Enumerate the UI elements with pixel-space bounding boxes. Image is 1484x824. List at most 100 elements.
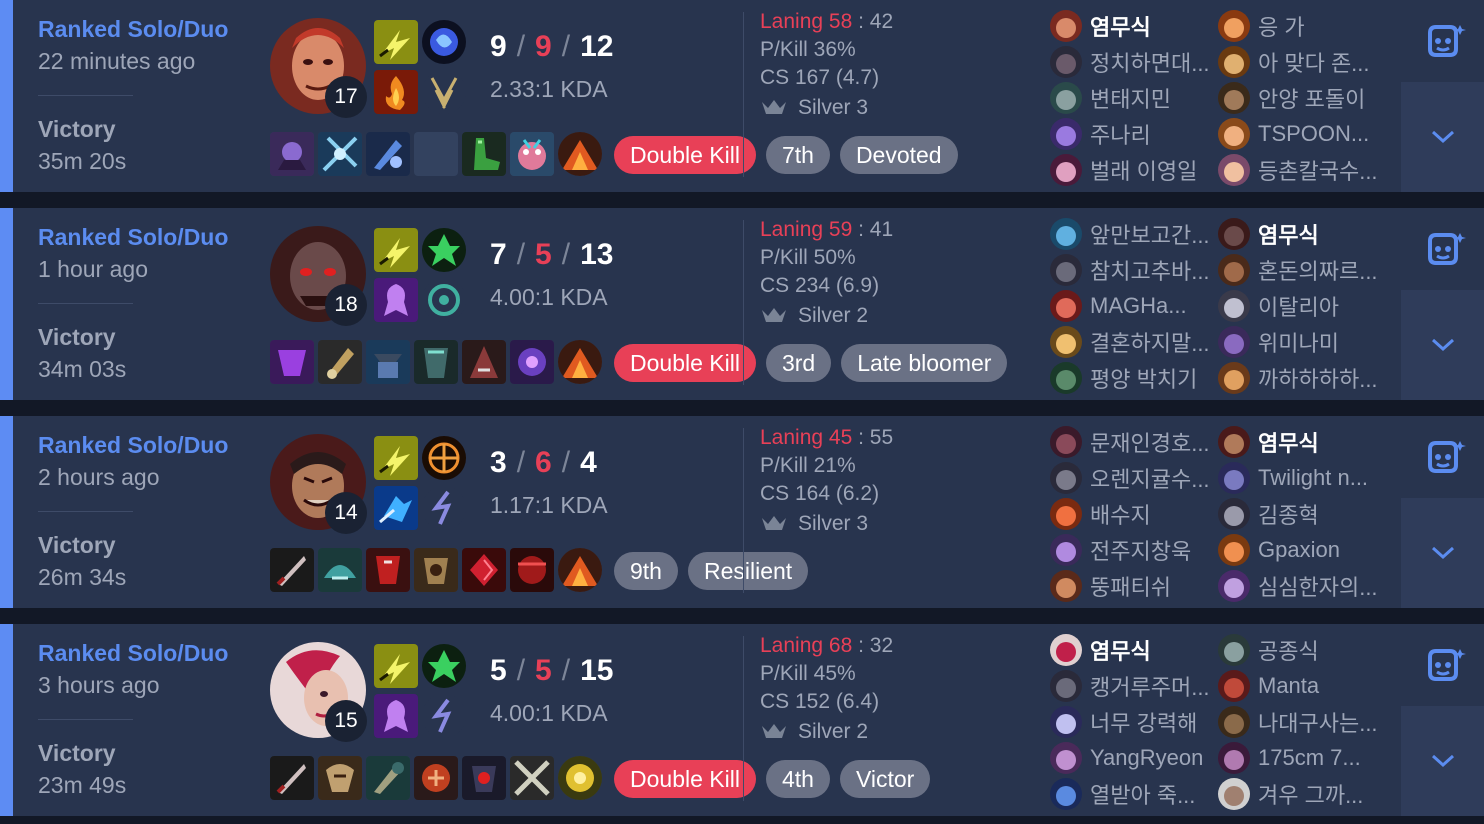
player-row[interactable]: 안양 포돌이	[1218, 80, 1388, 116]
kill-participation: P/Kill 50%	[760, 246, 856, 269]
player-row[interactable]: 변태지민	[1050, 80, 1220, 116]
item-slot[interactable]	[414, 548, 458, 592]
player-row[interactable]: 심심한자의...	[1218, 568, 1388, 604]
trinket-icon[interactable]	[558, 756, 602, 800]
match-card[interactable]: Ranked Solo/Duo 2 hours ago Victory 26m …	[0, 416, 1484, 608]
player-row[interactable]: 평양 박치기	[1050, 360, 1220, 396]
item-slot[interactable]	[462, 548, 506, 592]
player-row[interactable]: 배수지	[1050, 496, 1220, 532]
warding-totem-icon[interactable]	[558, 548, 602, 592]
player-row[interactable]: 겨우 그까...	[1218, 776, 1388, 812]
player-row[interactable]: 혼돈의짜르...	[1218, 252, 1388, 288]
ghost-spell-icon[interactable]	[374, 486, 418, 530]
match-card[interactable]: Ranked Solo/Duo 22 minutes ago Victory 3…	[0, 0, 1484, 192]
expand-button[interactable]	[1401, 498, 1484, 608]
match-result: Victory	[38, 532, 116, 558]
item-slot[interactable]	[366, 132, 410, 176]
player-row[interactable]: 문재인경호...	[1050, 424, 1220, 460]
player-row[interactable]: 김종혁	[1218, 496, 1388, 532]
item-slot[interactable]	[318, 132, 362, 176]
item-slot[interactable]	[414, 340, 458, 384]
player-row[interactable]: 염무식	[1050, 632, 1220, 668]
player-row[interactable]: 등촌칼국수...	[1218, 152, 1388, 188]
item-slot[interactable]	[510, 548, 554, 592]
item-slot[interactable]	[270, 548, 314, 592]
ai-analysis-button[interactable]	[1401, 416, 1484, 498]
player-row[interactable]: 까하하하하...	[1218, 360, 1388, 396]
item-slot[interactable]	[414, 756, 458, 800]
sorcery-rune-icon[interactable]	[422, 486, 466, 530]
player-row[interactable]: 아 맞다 존...	[1218, 44, 1388, 80]
player-row[interactable]: Gpaxion	[1218, 532, 1388, 568]
flash-spell-icon[interactable]	[374, 20, 418, 64]
player-row[interactable]: 전주지창욱	[1050, 532, 1220, 568]
player-row[interactable]: 오렌지귤수...	[1050, 460, 1220, 496]
player-row[interactable]: 나대구사는...	[1218, 704, 1388, 740]
player-row[interactable]: 공종식	[1218, 632, 1388, 668]
conqueror-rune-icon[interactable]	[422, 644, 466, 688]
item-slot[interactable]	[318, 756, 362, 800]
expand-button[interactable]	[1401, 290, 1484, 400]
domination-rune-icon[interactable]	[422, 70, 466, 114]
item-slot[interactable]	[270, 132, 314, 176]
player-row[interactable]: Manta	[1218, 668, 1388, 704]
conqueror-rune-icon[interactable]	[422, 228, 466, 272]
item-slot[interactable]	[318, 548, 362, 592]
player-row[interactable]: 캥거루주머...	[1050, 668, 1220, 704]
expand-button[interactable]	[1401, 82, 1484, 192]
flash-spell-icon[interactable]	[374, 644, 418, 688]
player-row[interactable]: YangRyeon	[1050, 740, 1220, 776]
kills: 5	[490, 654, 507, 687]
player-row[interactable]: 앞만보고간...	[1050, 216, 1220, 252]
player-row[interactable]: 뚱패티쉬	[1050, 568, 1220, 604]
player-row[interactable]: 위미나미	[1218, 324, 1388, 360]
win-accent-bar	[0, 208, 13, 400]
flash-spell-icon[interactable]	[374, 228, 418, 272]
electrocute-rune-icon[interactable]	[422, 20, 466, 64]
player-row[interactable]: 벌래 이영일	[1050, 152, 1220, 188]
player-row[interactable]: 열받아 죽...	[1050, 776, 1220, 812]
ai-analysis-button[interactable]	[1401, 0, 1484, 82]
item-slot[interactable]	[510, 132, 554, 176]
match-card[interactable]: Ranked Solo/Duo 1 hour ago Victory 34m 0…	[0, 208, 1484, 400]
precision-rune-icon[interactable]	[422, 436, 466, 480]
ghost-spell-icon[interactable]	[374, 694, 418, 738]
player-row[interactable]: 염무식	[1050, 8, 1220, 44]
player-row[interactable]: 주나리	[1050, 116, 1220, 152]
player-row[interactable]: 염무식	[1218, 424, 1388, 460]
item-slot[interactable]	[366, 548, 410, 592]
warding-totem-icon[interactable]	[558, 340, 602, 384]
player-row[interactable]: 결혼하지말...	[1050, 324, 1220, 360]
player-row[interactable]: 참치고추바...	[1050, 252, 1220, 288]
player-row[interactable]: 너무 강력해	[1050, 704, 1220, 740]
item-slot[interactable]	[270, 340, 314, 384]
player-row[interactable]: MAGHa...	[1050, 288, 1220, 324]
item-slot[interactable]	[510, 756, 554, 800]
item-slot[interactable]	[462, 340, 506, 384]
item-slot[interactable]	[366, 756, 410, 800]
item-slot[interactable]	[462, 132, 506, 176]
ghost-spell-icon[interactable]	[374, 278, 418, 322]
player-row[interactable]: 염무식	[1218, 216, 1388, 252]
item-slot[interactable]	[462, 756, 506, 800]
flash-spell-icon[interactable]	[374, 436, 418, 480]
match-card[interactable]: Ranked Solo/Duo 3 hours ago Victory 23m …	[0, 624, 1484, 816]
player-row[interactable]: Twilight n...	[1218, 460, 1388, 496]
ignite-spell-icon[interactable]	[374, 70, 418, 114]
item-slot[interactable]	[510, 340, 554, 384]
item-slot[interactable]	[270, 756, 314, 800]
expand-button[interactable]	[1401, 706, 1484, 816]
player-row[interactable]: TSPOON...	[1218, 116, 1388, 152]
player-row[interactable]: 정치하면대...	[1050, 44, 1220, 80]
ai-analysis-button[interactable]	[1401, 624, 1484, 706]
player-row[interactable]: 175cm 7...	[1218, 740, 1388, 776]
item-slot[interactable]	[318, 340, 362, 384]
player-row[interactable]: 이탈리아	[1218, 288, 1388, 324]
champion-level: 17	[325, 76, 367, 118]
resolve-rune-icon[interactable]	[422, 278, 466, 322]
player-row[interactable]: 응 가	[1218, 8, 1388, 44]
item-slot[interactable]	[366, 340, 410, 384]
sorcery-rune-icon[interactable]	[422, 694, 466, 738]
warding-totem-icon[interactable]	[558, 132, 602, 176]
ai-analysis-button[interactable]	[1401, 208, 1484, 290]
